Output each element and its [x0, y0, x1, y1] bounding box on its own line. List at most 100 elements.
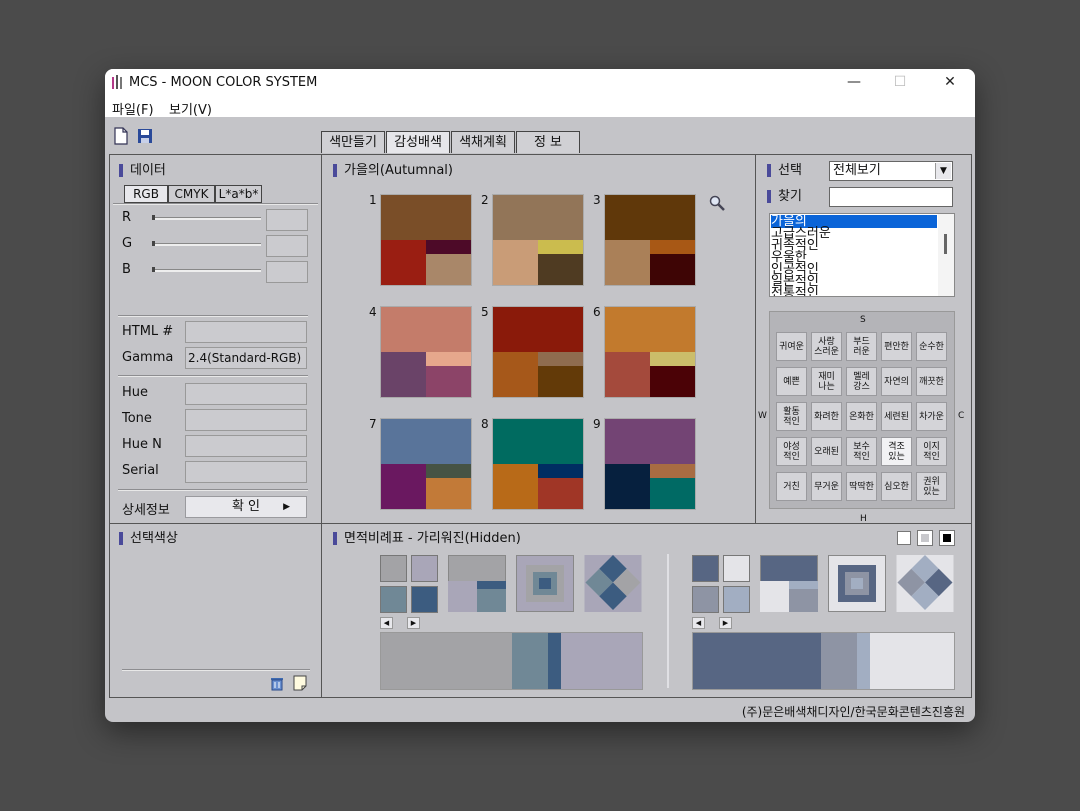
color-scheme-swatch[interactable]	[492, 306, 584, 398]
tab-emotional-coloring[interactable]: 감성배색	[386, 131, 450, 153]
keyword-button[interactable]: 무거운	[811, 472, 842, 501]
tab-info[interactable]: 정 보	[516, 131, 580, 153]
pattern-block-part	[789, 581, 818, 589]
menu-view[interactable]: 보기(V)	[169, 99, 212, 118]
confirm-button[interactable]: 확 인 ▶	[185, 496, 307, 518]
keyword-button[interactable]: 편안한	[881, 332, 912, 361]
keyword-button[interactable]: 예쁜	[776, 367, 807, 396]
color-scheme-swatch[interactable]	[604, 194, 696, 286]
color-scheme-swatch[interactable]	[492, 194, 584, 286]
b-label: B	[122, 262, 131, 277]
swatch-color-br	[426, 254, 471, 285]
view-mode-white-button[interactable]	[897, 531, 911, 545]
find-input[interactable]	[829, 187, 953, 207]
color-scheme-swatch[interactable]	[492, 418, 584, 510]
listbox-scrollbar[interactable]	[938, 214, 954, 296]
keyword-button[interactable]: 심오한	[881, 472, 912, 501]
keyword-button[interactable]: 딱딱한	[846, 472, 877, 501]
g-value-field[interactable]	[266, 235, 308, 257]
keyword-button[interactable]: 격조 있는	[881, 437, 912, 466]
serial-field	[185, 461, 307, 483]
window-title: MCS - MOON COLOR SYSTEM	[129, 75, 318, 90]
keyword-button[interactable]: 재미 나는	[811, 367, 842, 396]
right-prev-button[interactable]: ◀	[692, 617, 705, 629]
keyword-button[interactable]: 차가운	[916, 402, 947, 431]
color-scheme-swatch[interactable]	[380, 306, 472, 398]
color-scheme-swatch[interactable]	[604, 418, 696, 510]
hue-field	[185, 383, 307, 405]
b-slider-handle[interactable]	[152, 267, 155, 272]
axis-right-label: C	[958, 411, 965, 421]
pattern-cell	[411, 555, 438, 582]
keyword-button[interactable]: 오래된	[811, 437, 842, 466]
menu-file[interactable]: 파일(F)	[112, 99, 154, 118]
subtab-lab[interactable]: L*a*b*	[215, 185, 262, 203]
tab-color-making[interactable]: 색만들기	[321, 131, 385, 153]
color-scheme-swatch[interactable]	[380, 194, 472, 286]
swatch-color-tr	[538, 352, 583, 366]
pattern-block-part	[760, 581, 789, 612]
b-slider[interactable]	[153, 269, 261, 272]
r-slider[interactable]	[153, 217, 261, 220]
tone-label: Tone	[122, 411, 152, 426]
area-ratio-title: 면적비례표 - 가리워진(Hidden)	[333, 532, 521, 545]
subtab-cmyk[interactable]: CMYK	[168, 185, 215, 203]
select-dropdown-value: 전체보기	[833, 163, 881, 178]
keyword-button[interactable]: 사랑 스러운	[811, 332, 842, 361]
swatch-color-top	[381, 307, 471, 352]
keyword-button[interactable]: 야성 적인	[776, 437, 807, 466]
keyword-button[interactable]: 자연의	[881, 367, 912, 396]
keyword-button[interactable]: 온화한	[846, 402, 877, 431]
keyword-button[interactable]: 활동 적인	[776, 402, 807, 431]
color-scheme-swatch[interactable]	[380, 418, 472, 510]
pattern-cell	[380, 555, 407, 582]
maximize-button[interactable]: ☐	[877, 69, 923, 96]
g-slider-handle[interactable]	[152, 241, 155, 246]
swatch-color-tr	[426, 464, 471, 478]
keyword-button[interactable]: 권위 있는	[916, 472, 947, 501]
keyword-button[interactable]: 순수한	[916, 332, 947, 361]
select-dropdown[interactable]: 전체보기 ▼	[829, 161, 953, 181]
keyword-button[interactable]: 거친	[776, 472, 807, 501]
new-file-icon[interactable]	[113, 127, 129, 145]
keyword-button[interactable]: 멜레 강스	[846, 367, 877, 396]
r-value-field[interactable]	[266, 209, 308, 231]
palette-title: 가을의(Autumnal)	[333, 164, 453, 177]
r-slider-handle[interactable]	[152, 215, 155, 220]
view-mode-black-button[interactable]	[940, 531, 954, 545]
divider	[122, 669, 310, 671]
keyword-button[interactable]: 귀여운	[776, 332, 807, 361]
right-next-button[interactable]: ▶	[719, 617, 732, 629]
keyword-button[interactable]: 세련된	[881, 402, 912, 431]
b-value-field[interactable]	[266, 261, 308, 283]
keyword-button[interactable]: 화려한	[811, 402, 842, 431]
g-slider[interactable]	[153, 243, 261, 246]
keyword-listbox[interactable]: 가을의 고급스러운 귀족적인 우울한 인공적인 일본적인 전통적인	[769, 213, 955, 297]
area-bar-segment	[870, 633, 954, 689]
dropdown-arrow-icon[interactable]: ▼	[935, 163, 951, 179]
magnifier-icon[interactable]	[709, 195, 725, 211]
swatch-color-br	[426, 478, 471, 509]
color-scheme-swatch[interactable]	[604, 306, 696, 398]
view-mode-gray-button[interactable]	[918, 531, 932, 545]
left-next-button[interactable]: ▶	[407, 617, 420, 629]
save-icon[interactable]	[137, 127, 153, 145]
huen-field	[185, 435, 307, 457]
html-field[interactable]	[185, 321, 307, 343]
tab-color-planning[interactable]: 색채계획	[451, 131, 515, 153]
minimize-button[interactable]: —	[831, 69, 877, 96]
r-label: R	[122, 210, 132, 225]
swatch-color-top	[493, 195, 583, 240]
keyword-button[interactable]: 보수 적인	[846, 437, 877, 466]
note-icon[interactable]	[293, 675, 307, 691]
subtab-rgb[interactable]: RGB	[124, 185, 168, 203]
app-window: MCS - MOON COLOR SYSTEM — ☐ ✕ 파일(F) 보기(V…	[105, 69, 975, 722]
left-prev-button[interactable]: ◀	[380, 617, 393, 629]
trash-icon[interactable]	[270, 676, 284, 691]
close-button[interactable]: ✕	[927, 69, 973, 96]
keyword-button[interactable]: 깨끗한	[916, 367, 947, 396]
gamma-label: Gamma	[122, 350, 174, 365]
keyword-list-item[interactable]: 전통적인	[771, 287, 937, 296]
keyword-button[interactable]: 부드 러운	[846, 332, 877, 361]
keyword-button[interactable]: 이지 적인	[916, 437, 947, 466]
